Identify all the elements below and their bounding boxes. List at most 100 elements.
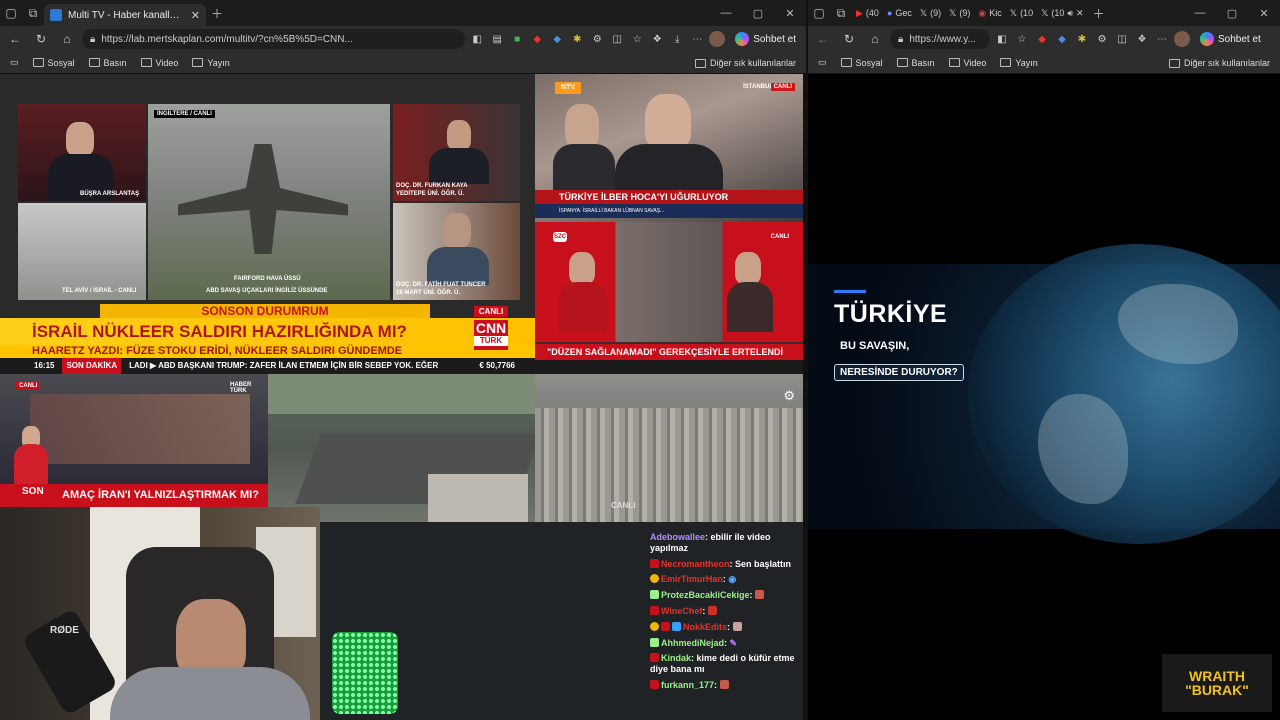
extension-icon[interactable]: ✱ [569, 31, 585, 47]
favorites-star-icon[interactable]: ☆ [1014, 31, 1030, 47]
profile-icon[interactable]: ▢ [808, 2, 830, 24]
bookmark-folder-sosyal[interactable]: Sosyal [32, 58, 75, 68]
continent-shape [1038, 394, 1128, 504]
workspaces-icon[interactable]: ⧉ [22, 2, 44, 24]
home-icon[interactable]: ⌂ [56, 28, 78, 50]
other-favorites[interactable]: Diğer sık kullanılanlar [1168, 52, 1270, 74]
new-tab-icon[interactable]: ＋ [1088, 2, 1110, 24]
bookmarks-toggle-icon[interactable]: ▭ [10, 57, 19, 68]
downloads-icon[interactable]: ⤓ [669, 31, 685, 47]
bookmarks-toggle-icon[interactable]: ▭ [818, 57, 827, 68]
refresh-icon[interactable]: ↻ [30, 28, 52, 50]
szc-live-badge: CANLI [770, 234, 789, 240]
guest1-name: DOÇ. DR. FURKAN KAYA [396, 183, 468, 189]
guest2-figure [443, 213, 471, 247]
chat-username: NokkEdits [683, 621, 728, 632]
bookmark-folder-basin[interactable]: Basın [88, 58, 127, 68]
more-menu-icon[interactable]: ⋯ [689, 31, 705, 47]
extensions-puzzle-icon[interactable]: ⚙ [589, 31, 605, 47]
settings-gear-icon[interactable]: ⚙ [783, 388, 795, 404]
url-field[interactable]: 🔒︎ https://www.y... [890, 29, 990, 49]
extension-icon[interactable]: ◧ [469, 31, 485, 47]
bookmark-folder-video[interactable]: Video [140, 58, 178, 68]
close-window-icon[interactable]: ✕ [1248, 0, 1280, 26]
extension-icon[interactable]: ◆ [1034, 31, 1050, 47]
close-tab-icon[interactable]: ✕ [191, 9, 200, 22]
profile-avatar[interactable] [1174, 31, 1190, 47]
profile-avatar[interactable] [709, 31, 726, 47]
live-city-cam[interactable]: ⚙ CANLI [535, 374, 803, 522]
chat-widget-cylinder [332, 632, 398, 714]
bookmark-folder-sosyal[interactable]: Sosyal [840, 58, 883, 68]
haberturk-player[interactable]: CANLI HABER TÜRK SON AMAÇ İRAN'I YALNIZL… [0, 374, 268, 507]
bookmark-folder-video[interactable]: Video [948, 57, 987, 68]
extension-icon[interactable]: ■ [509, 31, 525, 47]
favorites-star-icon[interactable]: ☆ [629, 31, 645, 47]
chat-message: NokkEdits: [650, 621, 805, 633]
split-screen-icon[interactable]: ◫ [609, 31, 625, 47]
chat-username: Kindak [661, 653, 692, 664]
tab-favicon-icon: ◉ [978, 7, 987, 18]
bookmark-folder-yayin[interactable]: Yayın [1000, 58, 1038, 68]
extension-icon[interactable]: ◆ [1054, 31, 1070, 47]
szc-player[interactable]: SZC CANLI "DÜZEN SAĞLANAMADI" GEREKÇESİY… [535, 222, 803, 374]
window-controls: — ▢ ✕ [710, 0, 806, 26]
chat-username: AhhmediNejad [661, 637, 725, 648]
multitv-favicon-icon [50, 9, 62, 21]
tab-x-1[interactable]: 𝕏 (9) [916, 2, 945, 24]
refresh-icon[interactable]: ↻ [838, 28, 860, 50]
profile-icon[interactable]: ▢ [0, 2, 22, 24]
copilot-chat-button[interactable]: Sohbet et [1194, 32, 1267, 46]
new-tab-icon[interactable]: ＋ [206, 2, 228, 24]
extensions-puzzle-icon[interactable]: ⚙ [1094, 31, 1110, 47]
tab-title: (10 [1051, 8, 1065, 18]
close-window-icon[interactable]: ✕ [774, 0, 806, 26]
minimize-icon[interactable]: — [710, 0, 742, 26]
more-menu-icon[interactable]: ⋯ [1154, 31, 1170, 47]
back-icon[interactable]: ← [4, 28, 26, 50]
home-icon[interactable]: ⌂ [864, 28, 886, 50]
right-browser-window: ▢ ⧉ ▶ (40 ● Gec 𝕏 (9) 𝕏 (9) ◉ Kic 𝕏 (10 𝕏 (10 🔊︎… [806, 0, 1280, 720]
other-favorites[interactable]: Diğer sık kullanılanlar [694, 52, 796, 74]
bookmark-folder-basin[interactable]: Basın [896, 58, 935, 68]
url-field[interactable]: 🔒︎ https://lab.mertskaplan.com/multitv/?… [82, 29, 466, 49]
bystander-body [553, 144, 615, 194]
speaker-icon[interactable]: 🔊︎ [1067, 8, 1073, 19]
split-screen-icon[interactable]: ◫ [1114, 31, 1130, 47]
video-player[interactable]: TÜRKİYE BU SAVAŞIN, NERESİNDE DURUYOR? W… [808, 74, 1280, 720]
extension-icon[interactable]: ◆ [529, 31, 545, 47]
extension-icon[interactable]: ▤ [489, 31, 505, 47]
haberturk-live-badge: CANLI [16, 382, 41, 390]
tab-title: (9) [959, 8, 971, 18]
ticker-text: LADI ▶ ABD BAŞKANI TRUMP: ZAFER İLAN ETM… [129, 361, 439, 370]
tab-x-4[interactable]: 𝕏 (10 🔊︎ ✕ [1037, 2, 1088, 24]
collections-icon[interactable]: ❖ [649, 31, 665, 47]
tab-youtube[interactable]: ▶ (40 [852, 2, 883, 24]
live-street-cam[interactable] [268, 374, 535, 522]
extension-icon[interactable]: ✱ [1074, 31, 1090, 47]
tab-x-2[interactable]: 𝕏 (9) [945, 2, 974, 24]
cnnturk-player[interactable]: BÜŞRA ARSLANTAŞ İNGİLTERE / CANLI FAIRFO… [0, 74, 535, 374]
tab-x-3[interactable]: 𝕏 (10 [1006, 2, 1037, 24]
copilot-chat-button[interactable]: Sohbet et [729, 32, 802, 46]
bookmark-label: Video [963, 57, 987, 68]
tab-gec[interactable]: ● Gec [883, 2, 916, 24]
maximize-icon[interactable]: ▢ [1216, 0, 1248, 26]
workspaces-icon[interactable]: ⧉ [830, 2, 852, 24]
building-shape [428, 474, 528, 522]
collections-icon[interactable]: ❖ [1134, 31, 1150, 47]
logo-line2: "BURAK" [1185, 682, 1249, 698]
tab-multitv[interactable]: Multi TV - Haber kanallarını aynı a ✕ [44, 4, 206, 26]
presenter-body [14, 444, 48, 484]
close-tab-icon[interactable]: ✕ [1076, 8, 1084, 19]
ntv-player[interactable]: NTV İSTANBUL CANLI TÜRKİYE İLBER HOCA'YI… [535, 74, 803, 222]
tab-kick[interactable]: ◉ Kic [974, 2, 1005, 24]
extension-icon[interactable]: ◧ [994, 31, 1010, 47]
maximize-icon[interactable]: ▢ [742, 0, 774, 26]
back-icon[interactable]: ← [812, 28, 834, 50]
tab-title: Gec [895, 8, 912, 18]
copilot-icon [1200, 32, 1214, 46]
minimize-icon[interactable]: — [1184, 0, 1216, 26]
bookmark-folder-yayin[interactable]: Yayın [192, 58, 230, 68]
extension-icon[interactable]: ◆ [549, 31, 565, 47]
